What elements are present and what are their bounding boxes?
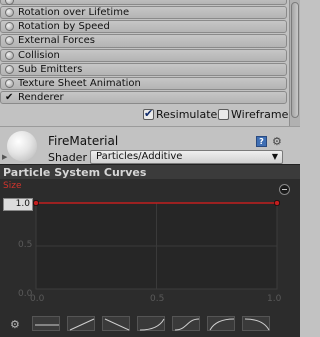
curve-preset-flat[interactable] bbox=[32, 316, 60, 331]
resimulate-checkbox[interactable] bbox=[143, 107, 154, 120]
curves-panel-title: Particle System Curves bbox=[3, 166, 147, 179]
remove-curve-icon[interactable] bbox=[279, 184, 290, 195]
preset-curve-shape bbox=[244, 318, 270, 331]
wireframe-checkbox[interactable] bbox=[218, 109, 229, 120]
x-tick-label: 1.0 bbox=[267, 294, 282, 304]
module-label: Collision bbox=[18, 49, 60, 61]
shader-value: Particles/Additive bbox=[96, 151, 183, 162]
module-label: External Forces bbox=[18, 35, 95, 47]
module-row[interactable]: Texture Sheet Animation bbox=[0, 76, 287, 91]
module-toggle-icon[interactable] bbox=[5, 50, 14, 60]
curves-panel-header: Particle System Curves bbox=[0, 164, 300, 179]
wireframe-toggle[interactable]: Wireframe bbox=[218, 108, 288, 121]
preset-curve-shape bbox=[174, 318, 200, 331]
module-toggle-icon[interactable] bbox=[5, 36, 14, 46]
preset-ease-out-icon bbox=[209, 318, 235, 331]
module-label: Texture Sheet Animation bbox=[18, 78, 141, 90]
wireframe-label: Wireframe bbox=[231, 108, 289, 121]
module-list: Rotation over Lifetime Rotation by Speed E… bbox=[0, 0, 289, 105]
resimulate-label: Resimulate bbox=[156, 108, 218, 121]
x-tick-label: 0.5 bbox=[150, 294, 165, 304]
module-label: Rotation by Speed bbox=[18, 21, 110, 33]
preset-curve-shape bbox=[104, 318, 130, 331]
help-icon[interactable]: ? bbox=[256, 136, 267, 147]
expand-arrow-icon[interactable]: ▶ bbox=[2, 153, 7, 161]
curves-panel: Size 1.0 0.5 0.0 0.0 0.5 1.0 ⚙ bbox=[0, 179, 300, 337]
preset-curve-shape bbox=[139, 318, 165, 331]
curve-preset-ease-out[interactable] bbox=[207, 316, 235, 331]
simulation-options: Resimulate Wireframe bbox=[0, 104, 300, 126]
curve-preset-ease-in[interactable] bbox=[137, 316, 165, 331]
curve-keyframe[interactable] bbox=[274, 200, 280, 206]
curve-canvas[interactable] bbox=[0, 179, 300, 309]
preset-linear-up-icon bbox=[69, 318, 95, 331]
shader-label: Shader bbox=[48, 151, 87, 164]
module-row[interactable]: External Forces bbox=[0, 34, 287, 48]
module-row[interactable]: Sub Emitters bbox=[0, 62, 287, 76]
module-row[interactable] bbox=[0, 0, 287, 5]
presets-gear-icon[interactable]: ⚙ bbox=[10, 318, 20, 331]
module-label: Renderer bbox=[18, 92, 64, 104]
checkmark-icon[interactable]: ✔ bbox=[5, 92, 14, 103]
curve-preset-linear-up[interactable] bbox=[67, 316, 95, 331]
module-toggle-icon[interactable] bbox=[5, 22, 14, 32]
module-label: Sub Emitters bbox=[18, 63, 83, 75]
curve-graph[interactable]: Size 1.0 0.5 0.0 0.0 0.5 1.0 bbox=[0, 179, 300, 309]
material-preview[interactable] bbox=[7, 131, 37, 161]
gear-icon[interactable]: ⚙ bbox=[272, 135, 282, 148]
preset-curve-shape bbox=[69, 318, 95, 331]
module-toggle-icon[interactable] bbox=[5, 8, 14, 18]
curve-preset-linear-down[interactable] bbox=[102, 316, 130, 331]
module-row[interactable]: Collision bbox=[0, 48, 287, 62]
preset-linear-down-icon bbox=[104, 318, 130, 331]
curve-presets-toolbar: ⚙ bbox=[0, 313, 300, 337]
material-section: ▶ FireMaterial ? ⚙ Shader Particles/Addi… bbox=[0, 126, 300, 165]
module-toggle-icon[interactable] bbox=[5, 0, 14, 5]
preset-flat-icon bbox=[35, 324, 59, 326]
y-tick-label: 0.5 bbox=[18, 240, 33, 250]
module-row[interactable]: Rotation by Speed bbox=[0, 20, 287, 34]
shader-dropdown[interactable]: Particles/Additive ▼ bbox=[90, 150, 283, 164]
curve-max-value-field[interactable]: 1.0 bbox=[3, 198, 33, 211]
curve-preset-ease-out-down[interactable] bbox=[242, 316, 270, 331]
preset-ease-out-down-icon bbox=[244, 318, 270, 331]
x-tick-label: 0.0 bbox=[30, 294, 45, 304]
module-toggle-icon[interactable] bbox=[5, 64, 14, 74]
curve-name-label: Size bbox=[3, 181, 22, 191]
module-row[interactable]: Rotation over Lifetime bbox=[0, 6, 287, 20]
module-label: Rotation over Lifetime bbox=[18, 7, 130, 19]
material-name: FireMaterial bbox=[48, 134, 119, 148]
preset-ease-in-icon bbox=[139, 318, 165, 331]
chevron-down-icon: ▼ bbox=[271, 152, 278, 161]
resimulate-toggle[interactable]: Resimulate bbox=[143, 107, 218, 121]
curve-preset-ease-in-out[interactable] bbox=[172, 316, 200, 331]
module-row[interactable]: ✔ Renderer bbox=[0, 91, 287, 105]
curve-keyframe[interactable] bbox=[33, 200, 39, 206]
scrollbar-thumb[interactable] bbox=[291, 2, 299, 118]
preset-curve-shape bbox=[209, 318, 235, 331]
module-toggle-icon[interactable] bbox=[5, 79, 14, 89]
preset-ease-in-out-icon bbox=[174, 318, 200, 331]
